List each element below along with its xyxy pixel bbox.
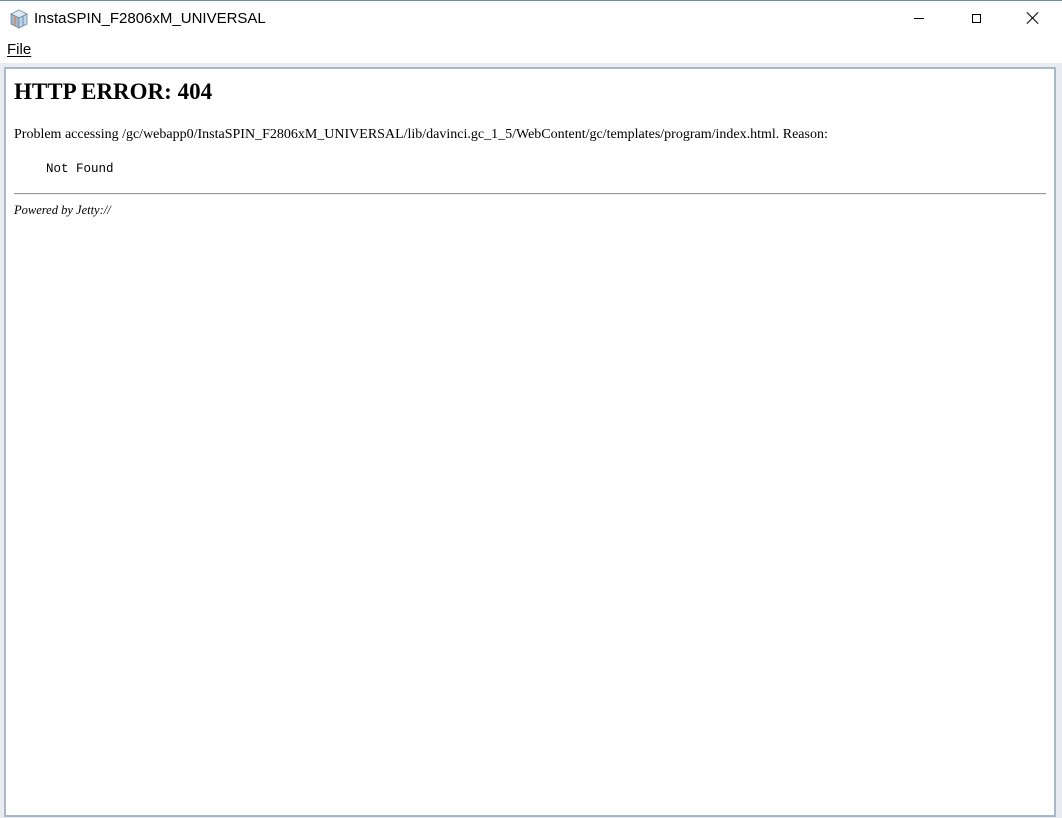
maximize-icon — [971, 13, 981, 23]
web-content[interactable]: HTTP ERROR: 404 Problem accessing /gc/we… — [4, 67, 1056, 817]
close-button[interactable] — [1005, 1, 1061, 35]
title-bar[interactable]: InstaSPIN_F2806xM_UNIVERSAL — [0, 1, 1062, 35]
close-icon — [1027, 12, 1039, 24]
minimize-button[interactable] — [891, 1, 947, 35]
menu-item-file[interactable]: File — [7, 41, 31, 59]
java-cube-icon — [10, 9, 28, 29]
error-reason: Not Found — [46, 162, 114, 176]
powered-by-footer: Powered by Jetty:// — [14, 203, 111, 217]
minimize-icon — [914, 17, 924, 19]
browser-frame: HTTP ERROR: 404 Problem accessing /gc/we… — [0, 63, 1062, 818]
divider — [14, 193, 1046, 195]
menu-item-file-mnemonic: F — [7, 41, 17, 58]
error-heading: HTTP ERROR: 404 — [14, 79, 213, 104]
menu-bar: File — [0, 35, 1062, 63]
error-message: Problem accessing /gc/webapp0/InstaSPIN_… — [14, 127, 828, 142]
menu-item-file-label: ile — [16, 41, 32, 58]
application-window: InstaSPIN_F2806xM_UNIVERSAL File HTTP ER… — [0, 0, 1062, 818]
window-title: InstaSPIN_F2806xM_UNIVERSAL — [34, 10, 266, 27]
maximize-button[interactable] — [948, 1, 1004, 35]
